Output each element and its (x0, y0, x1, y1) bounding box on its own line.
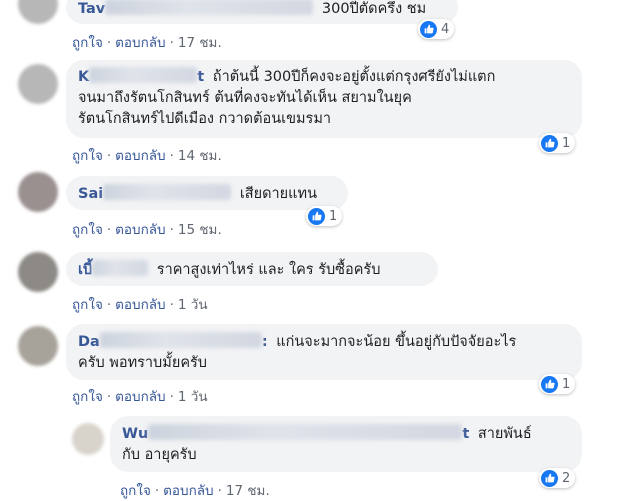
reply-link[interactable]: ตอบกลับ (163, 483, 213, 499)
timestamp[interactable]: 1 วัน (178, 389, 208, 405)
reply-link[interactable]: ตอบกลับ (115, 35, 165, 51)
separator: · (169, 35, 174, 51)
like-link[interactable]: ถูกใจ (72, 222, 103, 238)
comment-text-line-1: สายพันธ์ (477, 426, 532, 442)
separator: · (106, 222, 112, 238)
reaction-count[interactable]: 1 (306, 206, 343, 226)
like-icon (308, 207, 325, 225)
timestamp[interactable]: 17 ชม. (226, 483, 270, 499)
comment-text-line-2: จนมาถึงรัตนโกสินทร์ ต้นที่คงจะทันได้เห็น… (78, 90, 412, 106)
reply-link[interactable]: ตอบกลับ (115, 222, 165, 238)
separator: · (106, 389, 112, 405)
comment-actions: ถูกใจ · ตอบกลับ · 17 ชม. (120, 479, 270, 501)
avatar[interactable] (18, 326, 58, 366)
like-link[interactable]: ถูกใจ (72, 389, 103, 405)
separator: · (106, 148, 112, 164)
separator: · (154, 483, 160, 499)
comment-actions: ถูกใจ · ตอบกลับ · 1 วัน (72, 385, 208, 407)
separator: · (169, 222, 174, 238)
reaction-count[interactable]: 1 (539, 133, 576, 153)
avatar[interactable] (18, 64, 58, 104)
reaction-count[interactable]: 1 (539, 374, 576, 394)
timestamp[interactable]: 17 ชม. (178, 35, 222, 51)
like-icon (541, 469, 558, 487)
reply-link[interactable]: ตอบกลับ (115, 389, 165, 405)
avatar[interactable] (18, 0, 58, 24)
separator: · (169, 148, 174, 164)
commenter-name[interactable]: Sai (78, 184, 232, 202)
timestamp[interactable]: 14 ชม. (178, 148, 222, 164)
reaction-count[interactable]: 2 (539, 468, 576, 488)
timestamp[interactable]: 15 ชม. (178, 222, 222, 238)
comment-text-line-3: รัตนโกสินทร์ไปดีเมือง กวาดต้อนเขมรมา (78, 111, 332, 127)
comment-text-line-2: กับ อายุครับ (122, 447, 197, 463)
comment-bubble: Da: แก่นจะมากจะน้อย ขึ้นอยู่กับปัจจัยอะไ… (66, 324, 582, 380)
comment-text-line-1: ถ้าต้นนี้ 300ปีก็คงจะอยู่ตั้งแต่กรุงศรีย… (212, 69, 496, 85)
comment-text: 300ปีตัดครึ่ง ชม (321, 1, 427, 17)
separator: · (169, 389, 174, 405)
like-link[interactable]: ถูกใจ (120, 483, 151, 499)
like-link[interactable]: ถูกใจ (72, 297, 103, 313)
separator: · (169, 297, 174, 313)
commenter-name[interactable]: เบี้ (78, 260, 149, 278)
comment-bubble: Sai เสียดายแทน (66, 176, 348, 210)
avatar[interactable] (18, 172, 58, 212)
comment-actions: ถูกใจ · ตอบกลับ · 17 ชม. (72, 31, 222, 53)
comment-bubble: เบี้ ราคาสูงเท่าไหร่ และ ใคร รับซื้อครับ (66, 252, 438, 286)
avatar[interactable] (72, 423, 104, 455)
like-icon (541, 375, 558, 393)
like-icon (541, 134, 558, 152)
reply-link[interactable]: ตอบกลับ (115, 148, 165, 164)
avatar[interactable] (18, 252, 58, 292)
reply-link[interactable]: ตอบกลับ (115, 297, 165, 313)
reaction-number: 1 (329, 208, 338, 224)
reaction-number: 1 (562, 376, 571, 392)
comment-bubble: Tav 300ปีตัดครึ่ง ชม (66, 0, 458, 24)
comment-actions: ถูกใจ · ตอบกลับ · 15 ชม. (72, 218, 222, 240)
comment-actions: ถูกใจ · ตอบกลับ · 1 วัน (72, 293, 208, 315)
commenter-name[interactable]: Kt (78, 67, 204, 85)
comment-text-line-1: แก่นจะมากจะน้อย ขึ้นอยู่กับปัจจัยอะไร (276, 334, 517, 350)
like-link[interactable]: ถูกใจ (72, 35, 103, 51)
reaction-number: 2 (562, 470, 571, 486)
separator: · (217, 483, 222, 499)
like-link[interactable]: ถูกใจ (72, 148, 103, 164)
comment-text: เสียดายแทน (239, 186, 317, 202)
commenter-name[interactable]: Tav (78, 0, 314, 17)
comment-actions: ถูกใจ · ตอบกลับ · 14 ชม. (72, 144, 222, 166)
like-icon (420, 20, 437, 38)
separator: · (106, 297, 112, 313)
comment-text-line-2: ครับ พอทราบมั้ยครับ (78, 355, 208, 371)
comment-text: ราคาสูงเท่าไหร่ และ ใคร รับซื้อครับ (156, 262, 381, 278)
comment-bubble: Wu t สายพันธ์ กับ อายุครับ (110, 416, 582, 472)
timestamp[interactable]: 1 วัน (178, 297, 208, 313)
commenter-name[interactable]: Da: (78, 332, 268, 350)
separator: · (106, 35, 112, 51)
commenter-name[interactable]: Wu t (122, 424, 469, 442)
reaction-number: 4 (441, 21, 450, 37)
comment-bubble: Kt ถ้าต้นนี้ 300ปีก็คงจะอยู่ตั้งแต่กรุงศ… (66, 60, 582, 138)
reaction-number: 1 (562, 135, 571, 151)
reaction-count[interactable]: 4 (418, 19, 455, 39)
